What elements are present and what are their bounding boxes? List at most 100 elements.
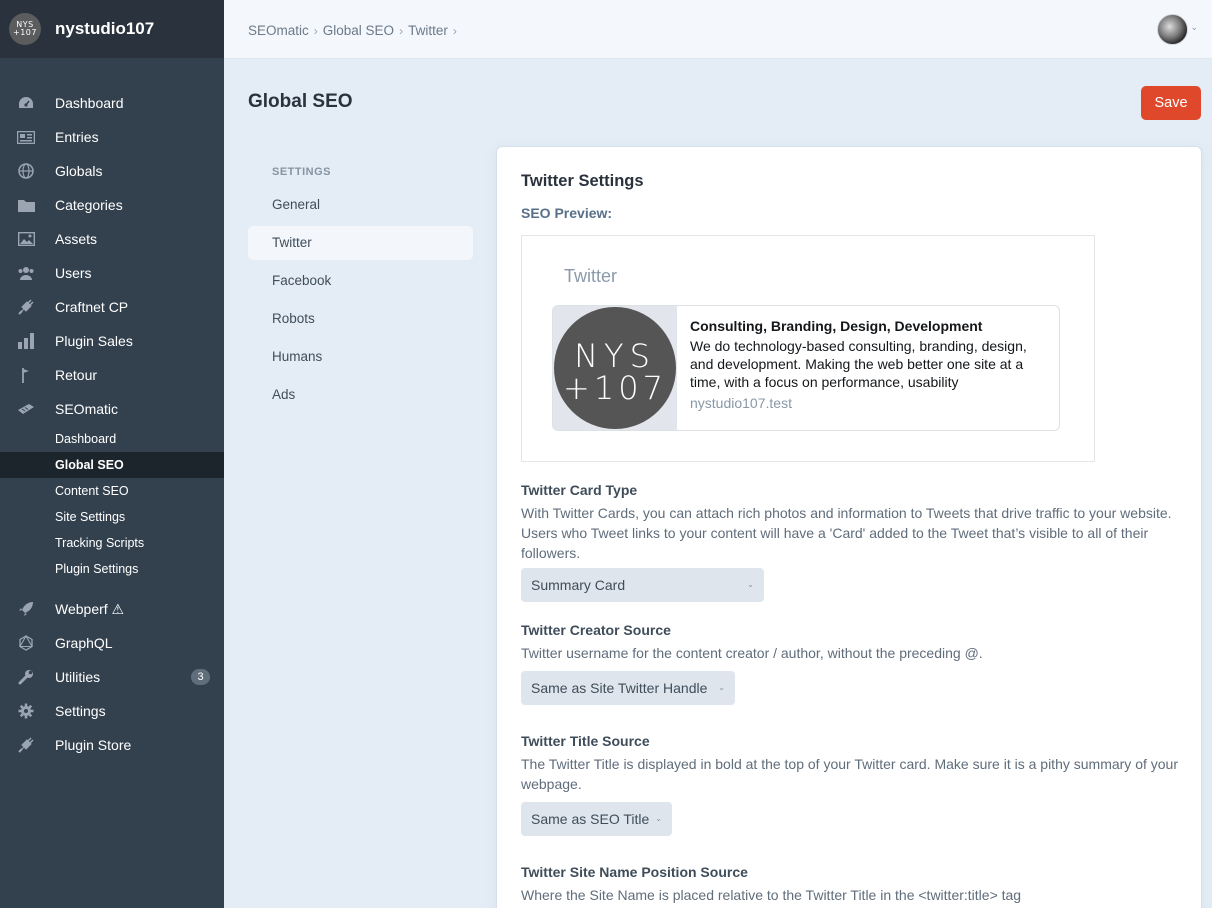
field-heading-card-type: Twitter Card Type (521, 482, 638, 498)
chevron-right-icon: › (452, 23, 457, 38)
twitter-card-preview: NYS +107 Consulting, Branding, Design, D… (552, 305, 1060, 431)
nav-label: Plugin Sales (55, 333, 133, 349)
field-desc-card-type: With Twitter Cards, you can attach rich … (521, 505, 1172, 561)
subnav-seomatic-plugin-settings[interactable]: Plugin Settings (0, 556, 224, 582)
nav-item-users[interactable]: Users (0, 256, 224, 290)
globe-icon (17, 163, 35, 179)
image-icon (17, 231, 35, 247)
field-desc-site-name-position: Where the Site Name is placed relative t… (521, 887, 1022, 903)
nav-item-retour[interactable]: Retour (0, 358, 224, 392)
tab-general[interactable]: General (248, 188, 473, 222)
site-name[interactable]: nystudio107 (55, 19, 154, 39)
chevron-down-icon: ⌄ (718, 683, 725, 692)
subnav-heading: SETTINGS (272, 166, 332, 178)
gear-icon (17, 703, 35, 719)
nav-item-plugin-sales[interactable]: Plugin Sales (0, 324, 224, 358)
subnav-seomatic-site-settings[interactable]: Site Settings (0, 504, 224, 530)
field-heading-creator-source: Twitter Creator Source (521, 622, 671, 638)
svg-text:+107: +107 (563, 369, 667, 407)
breadcrumb-global-seo[interactable]: Global SEO (323, 23, 394, 38)
graphql-icon (17, 635, 35, 651)
plug-icon (17, 737, 35, 753)
subnav-seomatic-tracking-scripts[interactable]: Tracking Scripts (0, 530, 224, 556)
tab-facebook[interactable]: Facebook (248, 264, 473, 298)
site-logo: NYS +107 (9, 13, 41, 45)
tab-robots[interactable]: Robots (248, 302, 473, 336)
gauge-icon (17, 95, 35, 111)
signpost-icon (17, 367, 35, 383)
creator-source-select[interactable]: Same as Site Twitter Handle ⌄ (521, 671, 735, 705)
wrench-icon (17, 669, 35, 685)
nav-item-dashboard[interactable]: Dashboard (0, 86, 224, 120)
field-desc-title-source: The Twitter Title is displayed in bold a… (521, 756, 1178, 792)
folder-icon (17, 197, 35, 213)
top-bar: SEOmatic › Global SEO › Twitter › ⌄ (224, 0, 1212, 59)
select-value: Same as SEO Title (531, 811, 650, 827)
nav-label: SEOmatic (55, 401, 119, 417)
breadcrumb-twitter[interactable]: Twitter (408, 23, 448, 38)
twitter-card-text: Consulting, Branding, Design, Developmen… (690, 317, 1050, 411)
chevron-down-icon: ⌄ (655, 814, 662, 823)
nav-item-seomatic[interactable]: SEOmatic (0, 392, 224, 426)
chevron-right-icon: › (399, 23, 404, 38)
card-type-select[interactable]: Summary Card ⌄ (521, 568, 764, 602)
seo-preview-label: SEO Preview: (521, 205, 613, 221)
seo-preview-box: Twitter NYS +107 Consulting, Branding, D… (521, 235, 1095, 462)
tab-ads[interactable]: Ads (248, 378, 473, 412)
subnav-seomatic-content-seo[interactable]: Content SEO (0, 478, 224, 504)
avatar[interactable] (1157, 14, 1188, 45)
title-source-select[interactable]: Same as SEO Title ⌄ (521, 802, 672, 836)
main-nav: Dashboard Entries Globals Categories Ass… (0, 86, 224, 762)
nav-item-craftnet-cp[interactable]: Craftnet CP (0, 290, 224, 324)
rocket-icon (17, 601, 35, 617)
nav-label: Dashboard (55, 95, 124, 111)
subnav-seomatic-dashboard[interactable]: Dashboard (0, 426, 224, 452)
chevron-down-icon[interactable]: ⌄ (1190, 22, 1198, 33)
nav-label: GraphQL (55, 635, 113, 651)
utilities-count-badge: 3 (191, 669, 210, 685)
nav-item-webperf[interactable]: Webperf ⚠ (0, 592, 224, 626)
seomatic-icon (17, 401, 35, 417)
content-pane: Twitter Settings SEO Preview: Twitter NY… (497, 147, 1201, 908)
tab-twitter[interactable]: Twitter (248, 226, 473, 260)
nav-item-utilities[interactable]: Utilities 3 (0, 660, 224, 694)
plug-icon (17, 299, 35, 315)
nav-item-graphql[interactable]: GraphQL (0, 626, 224, 660)
nav-label: Assets (55, 231, 98, 247)
breadcrumb: SEOmatic › Global SEO › Twitter › (248, 23, 462, 38)
page-title: Global SEO (248, 91, 353, 112)
preview-heading: Twitter (564, 266, 618, 286)
field-heading-site-name-position: Twitter Site Name Position Source (521, 864, 748, 880)
select-value: Summary Card (531, 577, 626, 593)
section-title: Twitter Settings (521, 172, 644, 190)
twitter-card-title: Consulting, Branding, Design, Developmen… (690, 318, 983, 334)
chevron-right-icon: › (313, 23, 318, 38)
nav-item-plugin-store[interactable]: Plugin Store (0, 728, 224, 762)
nav-item-categories[interactable]: Categories (0, 188, 224, 222)
save-button[interactable]: Save (1141, 86, 1201, 120)
nav-item-globals[interactable]: Globals (0, 154, 224, 188)
select-value: Same as Site Twitter Handle (531, 680, 708, 696)
users-icon (17, 265, 35, 281)
tab-humans[interactable]: Humans (248, 340, 473, 374)
nav-label: Settings (55, 703, 106, 719)
field-heading-title-source: Twitter Title Source (521, 733, 650, 749)
site-header[interactable]: NYS +107 nystudio107 (0, 0, 224, 58)
breadcrumb-seomatic[interactable]: SEOmatic (248, 23, 309, 38)
nav-item-entries[interactable]: Entries (0, 120, 224, 154)
twitter-card-image: NYS +107 (553, 306, 677, 430)
bar-chart-icon (17, 333, 35, 349)
field-desc-creator-source: Twitter username for the content creator… (521, 645, 983, 661)
nav-label: Globals (55, 163, 103, 179)
nav-label: Webperf ⚠ (55, 600, 125, 617)
nav-item-assets[interactable]: Assets (0, 222, 224, 256)
nystudio-logo: NYS +107 (554, 307, 676, 429)
settings-subnav: SETTINGS General Twitter Facebook Robots… (248, 160, 473, 412)
twitter-card-description: We do technology-based consulting, brand… (690, 338, 1027, 390)
nav-item-settings[interactable]: Settings (0, 694, 224, 728)
nav-label: Retour (55, 367, 98, 383)
nav-label: Utilities (55, 669, 101, 685)
chevron-down-icon: ⌄ (747, 580, 754, 589)
subnav-seomatic-global-seo[interactable]: Global SEO (0, 452, 224, 478)
